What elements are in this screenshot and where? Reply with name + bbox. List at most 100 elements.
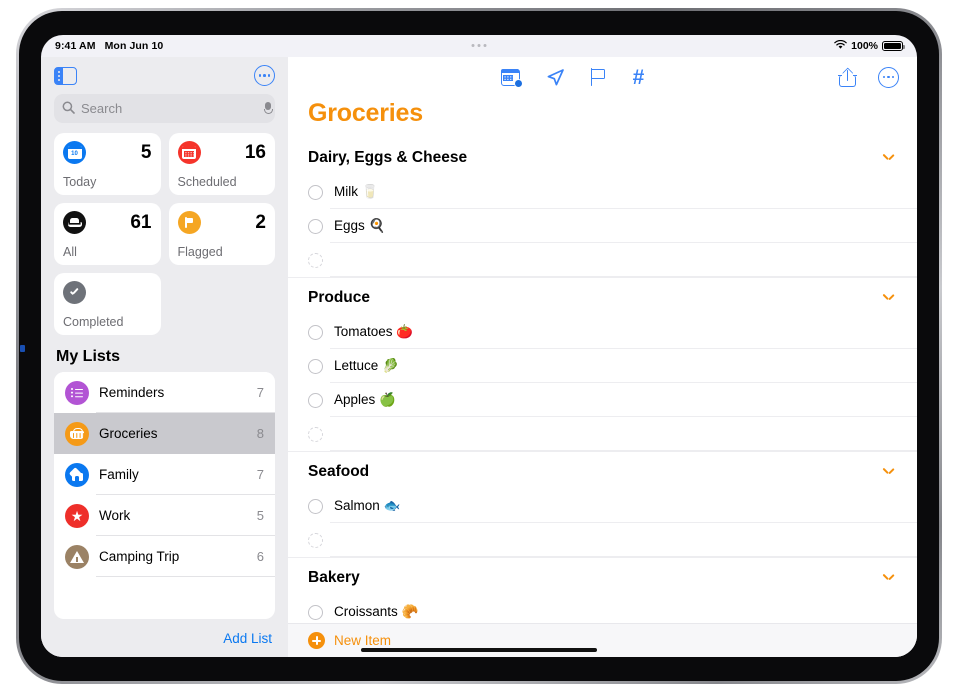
list-item[interactable]: Apples 🍏 [288,383,917,417]
calendar-today-icon: 10 [63,141,86,164]
add-tag-button[interactable]: # [633,67,645,88]
checkmark-circle-icon [63,281,86,304]
complete-toggle[interactable] [308,324,323,340]
sidebar-footer: Add List [41,619,288,657]
complete-toggle[interactable] [308,426,323,442]
toolbar-right-actions [838,66,899,88]
list-count: 7 [256,385,264,400]
smart-list-label: Completed [63,314,124,329]
main-toolbar: # [288,57,917,97]
section-title: Dairy, Eggs & Cheese [308,149,468,166]
complete-toggle[interactable] [308,604,323,620]
smart-list-label: Flagged [177,244,223,259]
chevron-down-icon[interactable] [882,466,895,479]
chevron-down-icon[interactable] [882,572,895,585]
section-header: Produce [288,278,917,315]
item-text: Tomatoes 🍅 [334,324,414,339]
main-panel: # Groceries Dairy, Eggs & Cheese Milk 🥛 … [288,57,917,657]
list-count: 7 [256,467,264,482]
list-item[interactable]: Tomatoes 🍅 [288,315,917,349]
page-title: Groceries [308,99,423,127]
calendar-scheduled-icon [177,141,201,164]
list-item[interactable]: Salmon 🐟 [288,489,917,523]
smart-lists-grid: 10 5 Today 16 Scheduled 61 All 2 Flagged… [41,133,288,335]
complete-toggle[interactable] [308,532,323,548]
section-title: Produce [308,289,371,306]
inbox-tray-icon [63,211,86,234]
smart-list-label: All [63,244,77,259]
list-name: Work [99,508,131,523]
smart-list-completed[interactable]: Completed [54,273,161,335]
add-date-button[interactable] [500,68,523,88]
star-icon: ★ [65,503,89,528]
microphone-icon[interactable] [263,101,274,116]
list-count: 6 [256,549,264,564]
list-count: 8 [256,426,264,441]
smart-list-scheduled[interactable]: 16 Scheduled [168,133,275,195]
sidebar-item-work[interactable]: ★ Work 5 [54,495,275,536]
search-icon [62,101,75,117]
search-container [41,90,288,133]
list-item[interactable]: Lettuce 🥬 [288,349,917,383]
complete-toggle[interactable] [308,392,323,408]
new-item-row[interactable] [288,523,917,557]
device-bezel: 9:41 AM Mon Jun 10 100% Search 10 5 Toda… [19,11,939,681]
list-item[interactable]: Milk 🥛 [288,175,917,209]
item-text: Croissants 🥐 [334,604,419,619]
list-name: Reminders [99,385,165,400]
add-flag-button[interactable] [590,68,607,86]
item-text: Apples 🍏 [334,392,396,407]
smart-list-count: 5 [140,142,152,163]
screenshot-root: 9:41 AM Mon Jun 10 100% Search 10 5 Toda… [0,0,958,692]
share-icon [838,67,857,87]
sidebar-toggle-icon[interactable] [54,66,77,85]
location-arrow-icon [546,68,565,87]
add-location-button[interactable] [546,68,565,87]
search-input[interactable] [81,101,257,116]
split-view: 10 5 Today 16 Scheduled [41,35,917,657]
sidebar-item-family[interactable]: Family 7 [54,454,275,495]
ipad-screen: 9:41 AM Mon Jun 10 100% Search 10 5 Toda… [41,35,917,657]
tent-icon [65,544,89,569]
complete-toggle[interactable] [308,252,323,268]
smart-list-count: 2 [255,212,266,233]
sidebar-item-reminders[interactable]: Reminders 7 [54,372,275,413]
sidebar-more-options-icon[interactable] [254,65,275,86]
chevron-down-icon[interactable] [882,292,895,305]
home-indicator[interactable] [361,647,597,652]
smart-list-label: Scheduled [177,174,237,189]
new-item-row[interactable] [288,243,917,277]
list-item[interactable]: Eggs 🍳 [288,209,917,243]
smart-list-today[interactable]: 10 5 Today [54,133,161,195]
smart-list-flagged[interactable]: 2 Flagged [168,203,275,265]
section-header: Bakery [288,558,917,595]
smart-list-count: 16 [244,142,266,163]
smart-list-all[interactable]: 61 All [54,203,161,265]
chevron-down-icon[interactable] [882,152,895,165]
section-header: Dairy, Eggs & Cheese [288,138,917,175]
add-list-button[interactable]: Add List [223,631,272,646]
toolbar-actions: # [306,67,839,88]
bezel-marker [20,345,25,352]
smart-list-count: 61 [130,212,152,233]
item-text: Salmon 🐟 [334,498,401,513]
flag-outline-icon [590,68,607,86]
sidebar-item-groceries[interactable]: Groceries 8 [54,413,275,454]
plus-circle-icon [308,632,325,649]
ipad-device-frame: 9:41 AM Mon Jun 10 100% Search 10 5 Toda… [16,8,942,684]
share-button[interactable] [838,67,857,87]
sidebar: 10 5 Today 16 Scheduled [41,57,288,657]
search-bar[interactable] [54,94,275,123]
calendar-clock-icon [500,68,523,88]
house-icon [65,462,89,487]
complete-toggle[interactable] [308,184,323,200]
sidebar-item-camping-trip[interactable]: Camping Trip 6 [54,536,275,577]
bulleted-list-icon [65,380,89,405]
complete-toggle[interactable] [308,498,323,514]
item-text: Lettuce 🥬 [334,358,399,373]
complete-toggle[interactable] [308,358,323,374]
complete-toggle[interactable] [308,218,323,234]
main-more-options-icon[interactable] [878,66,899,88]
reminders-list: Dairy, Eggs & Cheese Milk 🥛 Eggs 🍳 Produ… [288,138,917,657]
new-item-row[interactable] [288,417,917,451]
